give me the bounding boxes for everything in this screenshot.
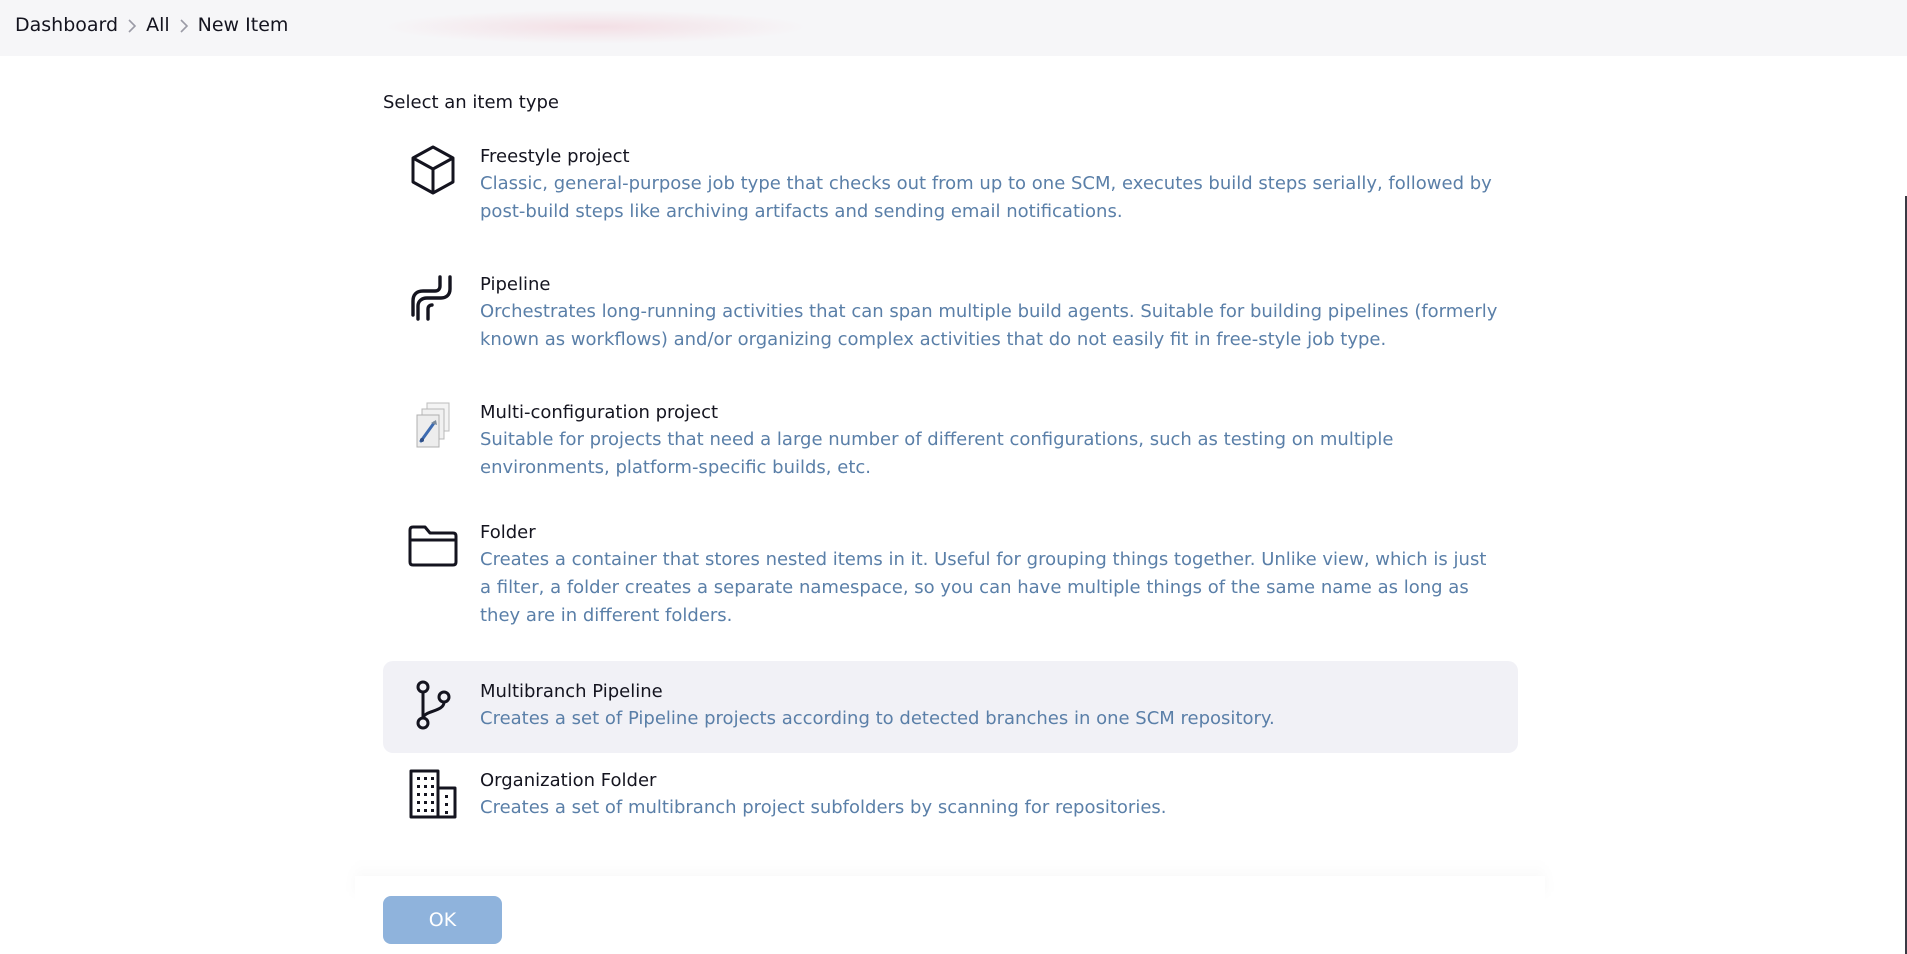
ok-button[interactable]: OK [383,896,502,944]
footer-bar: OK [355,876,1545,954]
item-freestyle-project[interactable]: Freestyle project Classic, general-purpo… [383,136,1518,244]
item-title: Freestyle project [480,146,630,167]
item-description: Orchestrates long-running activities tha… [480,301,1498,350]
item-title: Folder [480,522,536,543]
item-title: Organization Folder [480,770,657,791]
item-description: Suitable for projects that need a large … [480,429,1394,478]
item-description: Creates a set of multibranch project sub… [480,797,1167,818]
item-description: Creates a set of Pipeline projects accor… [480,708,1275,729]
building-icon [407,768,459,820]
folder-icon [407,520,459,572]
breadcrumb: Dashboard All New Item [15,12,288,38]
item-description: Creates a container that stores nested i… [480,549,1487,626]
item-organization-folder[interactable]: Organization Folder Creates a set of mul… [383,762,1518,842]
breadcrumb-new-item[interactable]: New Item [198,14,289,36]
item-pipeline[interactable]: Pipeline Orchestrates long-running activ… [383,264,1518,372]
item-multi-configuration-project[interactable]: Multi-configuration project Suitable for… [383,392,1518,500]
chevron-right-icon [118,15,146,36]
item-title: Pipeline [480,274,551,295]
topbar-glow [380,10,810,44]
cube-icon [407,144,459,196]
item-multibranch-pipeline[interactable]: Multibranch Pipeline Creates a set of Pi… [383,661,1518,753]
top-bar: Dashboard All New Item [0,0,1907,56]
section-title: Select an item type [383,92,560,113]
branch-icon [407,679,459,731]
item-folder[interactable]: Folder Creates a container that stores n… [383,514,1518,670]
item-title: Multi-configuration project [480,402,719,423]
item-title: Multibranch Pipeline [480,681,663,702]
chevron-right-icon [170,15,198,36]
multi-config-icon [407,400,459,452]
breadcrumb-all[interactable]: All [146,14,170,36]
item-description: Classic, general-purpose job type that c… [480,173,1492,222]
pipeline-icon [407,272,459,324]
breadcrumb-dashboard[interactable]: Dashboard [15,14,118,36]
